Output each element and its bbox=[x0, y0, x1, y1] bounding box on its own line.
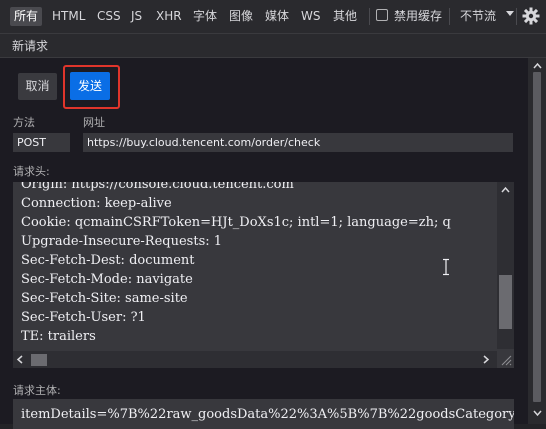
filter-all[interactable]: 所有 bbox=[10, 7, 43, 26]
headers-horizontal-scroll-thumb[interactable] bbox=[31, 354, 47, 366]
filter-js[interactable]: JS bbox=[129, 7, 144, 26]
chevron-down-icon bbox=[506, 11, 514, 16]
throttle-select[interactable]: 不节流 bbox=[458, 7, 498, 26]
toolbar-divider bbox=[449, 8, 450, 25]
body-textarea[interactable]: itemDetails=%7B%22raw_goodsData%22%3A%5B… bbox=[13, 399, 514, 429]
headers-text: Origin: https://console.cloud.tencent.co… bbox=[21, 182, 451, 344]
scroll-left-icon[interactable] bbox=[16, 355, 23, 364]
filter-media[interactable]: 媒体 bbox=[263, 7, 291, 26]
filter-css[interactable]: CSS bbox=[95, 7, 123, 26]
scroll-up-icon[interactable] bbox=[501, 186, 510, 193]
filter-xhr[interactable]: XHR bbox=[154, 7, 184, 26]
scroll-right-icon[interactable] bbox=[483, 355, 490, 364]
new-request-header: 新请求 bbox=[0, 34, 546, 58]
filter-images[interactable]: 图像 bbox=[227, 7, 255, 26]
filter-other[interactable]: 其他 bbox=[331, 7, 359, 26]
filter-ws[interactable]: WS bbox=[299, 7, 322, 26]
send-button[interactable]: 发送 bbox=[70, 72, 110, 100]
gear-icon[interactable] bbox=[521, 6, 541, 26]
body-label: 请求主体: bbox=[13, 384, 61, 397]
url-input[interactable]: https://buy.cloud.tencent.com/order/chec… bbox=[83, 133, 513, 152]
resize-grip-icon[interactable] bbox=[500, 354, 512, 366]
method-label: 方法 bbox=[13, 116, 35, 129]
disable-cache-label: 禁用缓存 bbox=[394, 9, 443, 23]
panel-scroll-thumb[interactable] bbox=[533, 72, 541, 402]
headers-label: 请求头: bbox=[13, 165, 50, 178]
headers-vertical-scroll-thumb[interactable] bbox=[499, 275, 512, 329]
headers-textarea[interactable]: Origin: https://console.cloud.tencent.co… bbox=[13, 182, 514, 368]
text-cursor-icon bbox=[443, 258, 449, 276]
cancel-button[interactable]: 取消 bbox=[18, 73, 57, 100]
filter-html[interactable]: HTML bbox=[50, 7, 87, 26]
url-label: 网址 bbox=[83, 116, 105, 129]
panel-title: 新请求 bbox=[12, 39, 49, 53]
method-input[interactable]: POST bbox=[13, 133, 70, 152]
filter-toolbar: 所有 HTML CSS JS XHR 字体 图像 媒体 WS 其他 禁用缓存 不… bbox=[0, 0, 546, 34]
scroll-up-icon[interactable] bbox=[533, 62, 542, 69]
disable-cache-checkbox[interactable] bbox=[376, 9, 388, 21]
headers-vertical-scrollbar[interactable] bbox=[497, 182, 514, 349]
panel-scrollbar[interactable] bbox=[528, 58, 546, 424]
scroll-down-icon[interactable] bbox=[533, 410, 542, 417]
toolbar-divider bbox=[516, 8, 517, 25]
filter-fonts[interactable]: 字体 bbox=[191, 7, 219, 26]
headers-horizontal-scrollbar[interactable] bbox=[13, 351, 497, 368]
body-text: itemDetails=%7B%22raw_goodsData%22%3A%5B… bbox=[21, 407, 514, 422]
toolbar-divider bbox=[369, 8, 370, 25]
